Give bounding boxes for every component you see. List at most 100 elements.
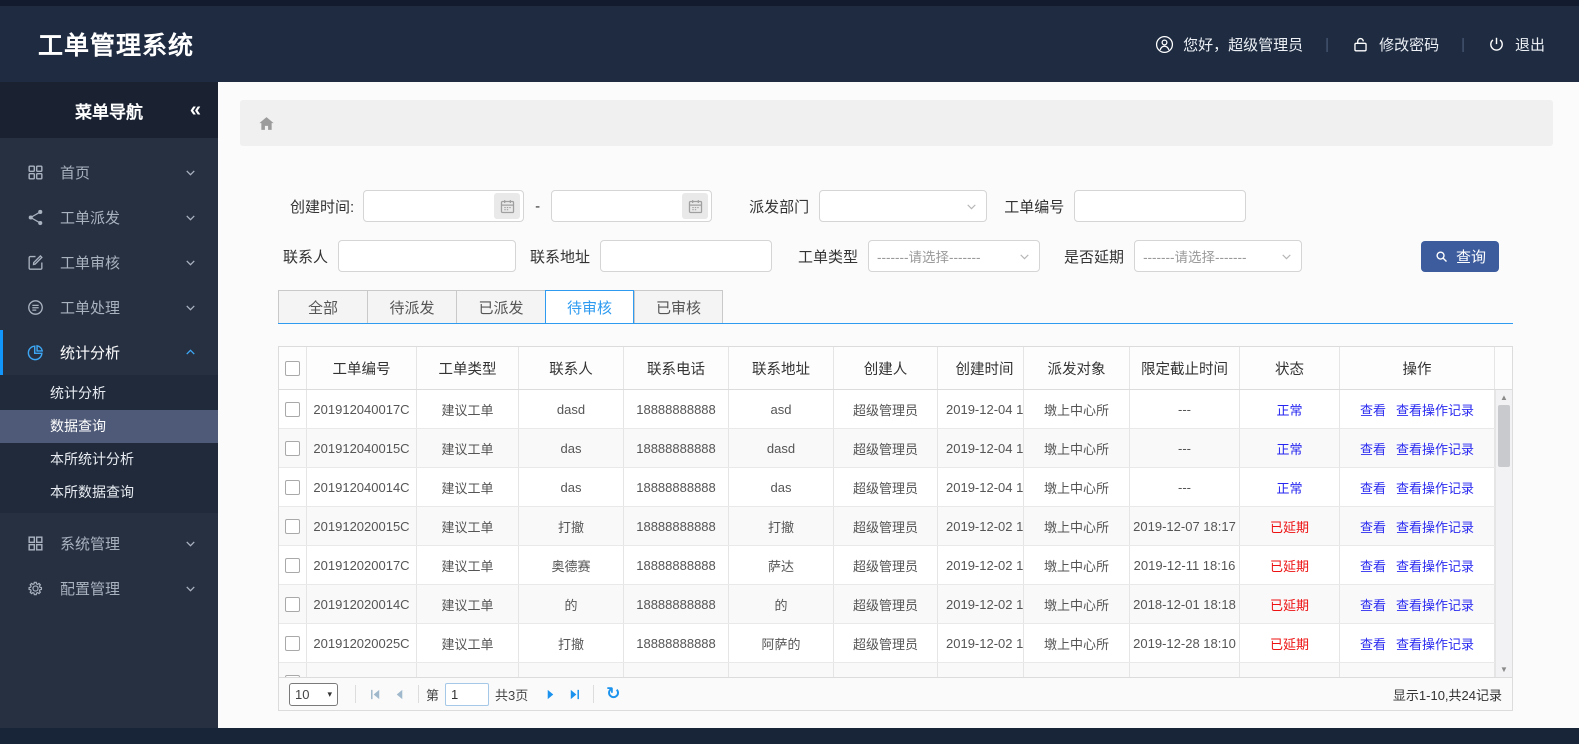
cell-operations: 查看 查看操作记录 [1340,546,1495,584]
table-header-row: 工单编号 工单类型 联系人 联系电话 联系地址 创建人 创建时间 派发对象 限定截止时间 状态 操作 [279,347,1512,390]
cell-status: 已延期 [1240,624,1340,662]
squares-icon [28,536,43,551]
row-checkbox[interactable] [285,557,300,573]
cell-target: 墩上中心所 [1024,390,1130,428]
sidebar-item-review[interactable]: 工单审核 [0,240,218,285]
tab-all[interactable]: 全部 [278,290,367,323]
next-page-button[interactable] [538,688,562,701]
cell-contact: das [519,468,624,506]
tab-dispatched[interactable]: 已派发 [456,290,545,323]
contact-input[interactable] [338,240,517,272]
order-type-select[interactable]: -------请选择------- [868,240,1041,272]
cell-deadline: 2019-12-11 18:16 [1130,546,1240,584]
submenu-item-statistics[interactable]: 统计分析 [0,377,218,410]
sidebar-item-system[interactable]: 系统管理 [0,521,218,566]
row-checkbox[interactable] [285,479,300,495]
cell-contact: das [519,429,624,467]
menu-gap [0,513,218,521]
sidebar-item-statistics[interactable]: 统计分析 [0,330,218,375]
cell-address: asd [729,390,834,428]
header-cell: 创建人 [834,347,938,389]
submenu-item-local-statistics[interactable]: 本所统计分析 [0,443,218,476]
prev-page-button[interactable] [387,688,411,701]
page-size-select[interactable]: 10 ▾ [289,682,338,706]
cell-type: 建议工单 [417,390,519,428]
view-link[interactable]: 查看 [1360,556,1386,575]
sidebar-item-process[interactable]: 工单处理 [0,285,218,330]
pager-separator [418,685,419,703]
scrollbar-thumb[interactable] [1498,405,1510,467]
dispatch-dept-select[interactable] [819,190,988,222]
page-number-input[interactable] [445,682,490,706]
view-link[interactable]: 查看 [1360,478,1386,497]
search-button[interactable]: 查询 [1421,240,1499,272]
submenu-item-data-query[interactable]: 数据查询 [0,410,218,443]
cell-type: 建议工单 [417,429,519,467]
view-history-link[interactable]: 查看操作记录 [1396,517,1474,536]
cell-status [1240,663,1340,677]
date-from-input[interactable] [363,190,525,222]
calendar-icon[interactable] [682,193,709,219]
view-history-link[interactable]: 查看操作记录 [1396,595,1474,614]
sidebar-item-dispatch[interactable]: 工单派发 [0,195,218,240]
row-checkbox[interactable] [285,596,300,612]
home-icon[interactable] [257,114,276,133]
row-checkbox[interactable] [285,401,300,417]
tab-to-dispatch[interactable]: 待派发 [367,290,456,323]
table-body: 201912040017C 建议工单 dasd 18888888888 asd 超级管理员… [279,390,1512,677]
row-checkbox[interactable] [285,635,300,651]
row-checkbox-cell [279,663,307,677]
sidebar-item-home[interactable]: 首页 [0,150,218,195]
header-cell: 联系人 [519,347,624,389]
change-password-button[interactable]: 修改密码 [1351,34,1439,55]
cell-creator: 超级管理员 [834,468,938,506]
view-link[interactable]: 查看 [1360,439,1386,458]
pagination-bar: 10 ▾ 第 共3页 ↻ 显示1-10,共24记录 [278,678,1513,711]
view-link[interactable]: 查看 [1360,517,1386,536]
view-history-link[interactable]: 查看操作记录 [1396,439,1474,458]
view-history-link[interactable]: 查看操作记录 [1396,634,1474,653]
sidebar-collapse-icon[interactable]: « [190,99,201,122]
last-page-button[interactable] [562,688,586,701]
date-to-input[interactable] [551,190,713,222]
cell-address: 的 [729,585,834,623]
view-link[interactable]: 查看 [1360,634,1386,653]
address-input[interactable] [600,240,773,272]
view-link[interactable]: 查看 [1360,595,1386,614]
scroll-up-arrow[interactable]: ▲ [1496,393,1512,402]
view-history-link[interactable]: 查看操作记录 [1396,400,1474,419]
cell-created: 2019-12-04 15 [938,390,1024,428]
first-page-button[interactable] [363,688,387,701]
scroll-down-arrow[interactable]: ▼ [1496,665,1512,674]
cell-order_no: 201912040017C [307,390,417,428]
row-checkbox-cell [279,429,307,467]
table-row: 201912040017C 建议工单 dasd 18888888888 asd 超级管理员… [279,390,1512,429]
sidebar-item-config[interactable]: 配置管理 [0,566,218,611]
logout-button[interactable]: 退出 [1487,34,1545,55]
row-checkbox[interactable] [285,518,300,534]
delay-select[interactable]: -------请选择------- [1134,240,1303,272]
view-link[interactable]: 查看 [1360,400,1386,419]
table-row: 201912040014C 建议工单 das 18888888888 das 超级管理员 2… [279,468,1512,507]
chevron-down-icon [967,203,976,210]
cell-target: 墩上中心所 [1024,507,1130,545]
tab-reviewed[interactable]: 已审核 [634,290,723,323]
view-history-link[interactable]: 查看操作记录 [1396,556,1474,575]
submenu-item-local-data-query[interactable]: 本所数据查询 [0,476,218,509]
table-row [279,663,1512,677]
tab-to-review[interactable]: 待审核 [545,290,634,324]
cell-operations: 查看 查看操作记录 [1340,390,1495,428]
view-history-link[interactable]: 查看操作记录 [1396,478,1474,497]
calendar-icon[interactable] [494,193,521,219]
row-checkbox[interactable] [285,440,300,456]
user-greeting[interactable]: 您好，超级管理员 [1155,34,1303,55]
header-separator: | [1461,35,1465,53]
row-checkbox[interactable] [285,674,300,677]
refresh-icon[interactable]: ↻ [601,684,625,704]
vertical-scrollbar[interactable]: ▲ ▼ [1495,390,1512,677]
cell-created: 2019-12-02 16 [938,507,1024,545]
cell-deadline: --- [1130,390,1240,428]
header-cell: 工单编号 [307,347,417,389]
select-all-checkbox[interactable] [285,360,300,376]
order-no-input[interactable] [1074,190,1247,222]
